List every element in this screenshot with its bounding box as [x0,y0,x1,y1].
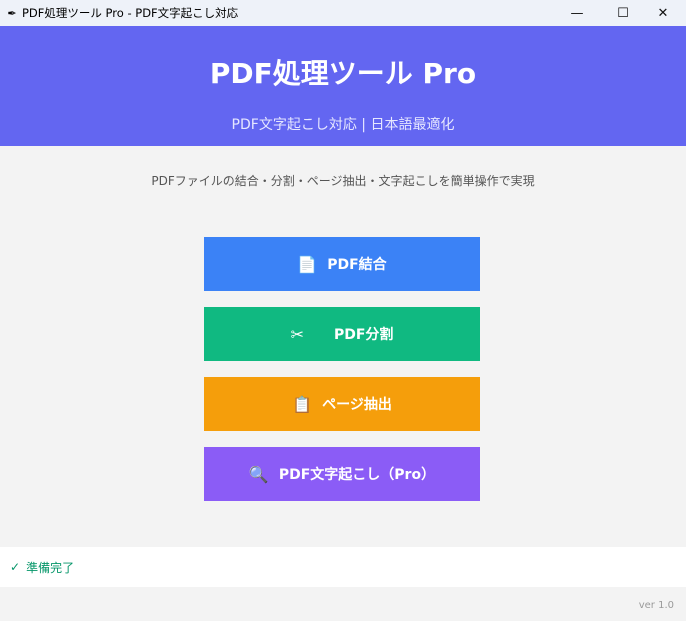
button-label: PDF結合 [327,257,387,273]
check-icon: ✓ [10,560,21,574]
feather-icon: ✒ [7,6,17,20]
pdf-merge-button[interactable]: 📄 PDF結合 [204,237,480,291]
title-bar: ✒ PDF処理ツール Pro - PDF文字起こし対応 — ☐ ✕ [0,0,686,26]
minimize-button[interactable]: — [554,0,600,26]
button-label: PDF文字起こし（Pro） [278,467,436,483]
page-extract-button[interactable]: 📋 ページ抽出 [204,377,480,431]
pdf-ocr-button[interactable]: 🔍 PDF文字起こし（Pro） [204,447,480,501]
document-icon: 📄 [297,254,318,274]
status-bar: ✓ 準備完了 [0,547,686,587]
description: PDFファイルの結合・分割・ページ抽出・文字起こしを簡単操作で実現 [151,174,535,188]
scissors-icon: ✂ [290,324,304,344]
pdf-split-button[interactable]: ✂ PDF分割 [204,307,480,361]
clipboard-icon: 📋 [292,394,313,414]
app-title: PDF処理ツール Pro [209,57,477,90]
close-button[interactable]: ✕ [640,0,686,26]
button-label: PDF分割 [333,327,394,343]
app-subtitle: PDF文字起こし対応 | 日本語最適化 [231,117,455,133]
button-label: ページ抽出 [322,397,392,413]
version-label: ver 1.0 [638,600,674,611]
header: PDF処理ツール Pro PDF文字起こし対応 | 日本語最適化 [0,26,686,146]
status-text: 準備完了 [26,560,75,575]
window-title: PDF処理ツール Pro - PDF文字起こし対応 [22,6,239,20]
magnifier-icon: 🔍 [248,464,269,484]
